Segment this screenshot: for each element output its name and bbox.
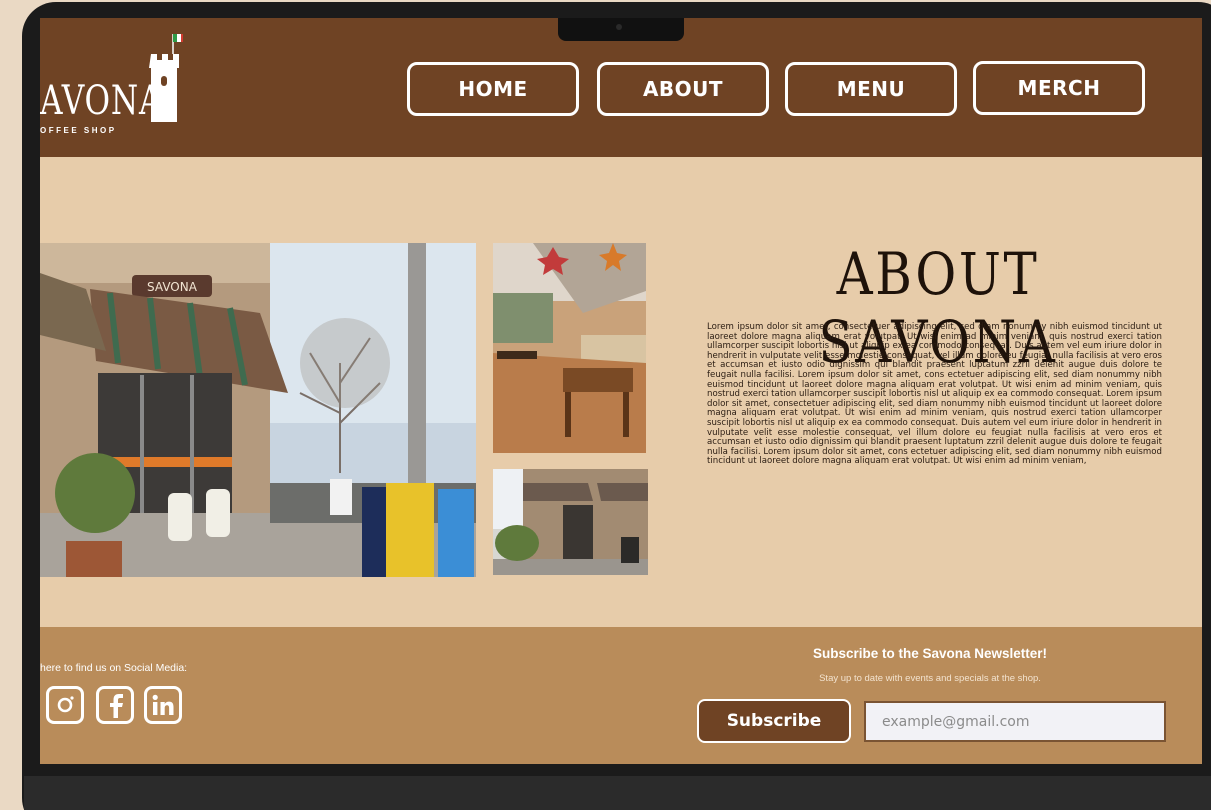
nav-about-button[interactable]: ABOUT [597,62,769,116]
brand-tagline: OFFEE SHOP [40,126,117,135]
castle-tower-icon [149,34,183,122]
website-screen: AVONA OFFEE SHOP HOME ABOUT MENU MERCH S… [40,18,1202,764]
brand-logo[interactable]: AVONA OFFEE SHOP [40,30,200,135]
subscribe-button[interactable]: Subscribe [697,699,851,743]
nav-menu-button[interactable]: MENU [785,62,957,116]
site-footer: here to find us on Social Media: Subscri… [40,627,1202,764]
storefront-sign: SAVONA [147,280,198,294]
newsletter-subtitle: Stay up to date with events and specials… [819,673,1041,684]
storefront-photo: SAVONA [40,243,476,577]
instagram-link[interactable] [46,686,84,724]
social-label: here to find us on Social Media: [40,662,188,674]
interior-photo [493,243,646,453]
email-input[interactable] [864,701,1166,742]
about-body-text: Lorem ipsum dolor sit amet, consectetuer… [707,322,1162,467]
camera-icon [616,24,622,30]
newsletter-title: Subscribe to the Savona Newsletter! [812,646,1048,661]
shop-entrance-photo [493,469,648,575]
camera-notch [558,18,684,41]
facebook-link[interactable] [96,686,134,724]
linkedin-link[interactable] [144,686,182,724]
linkedin-icon [152,694,174,715]
facebook-icon [110,694,123,718]
nav-home-button[interactable]: HOME [407,62,579,116]
instagram-icon [57,696,74,713]
nav-merch-button[interactable]: MERCH [973,61,1145,115]
laptop-base [24,776,1211,810]
